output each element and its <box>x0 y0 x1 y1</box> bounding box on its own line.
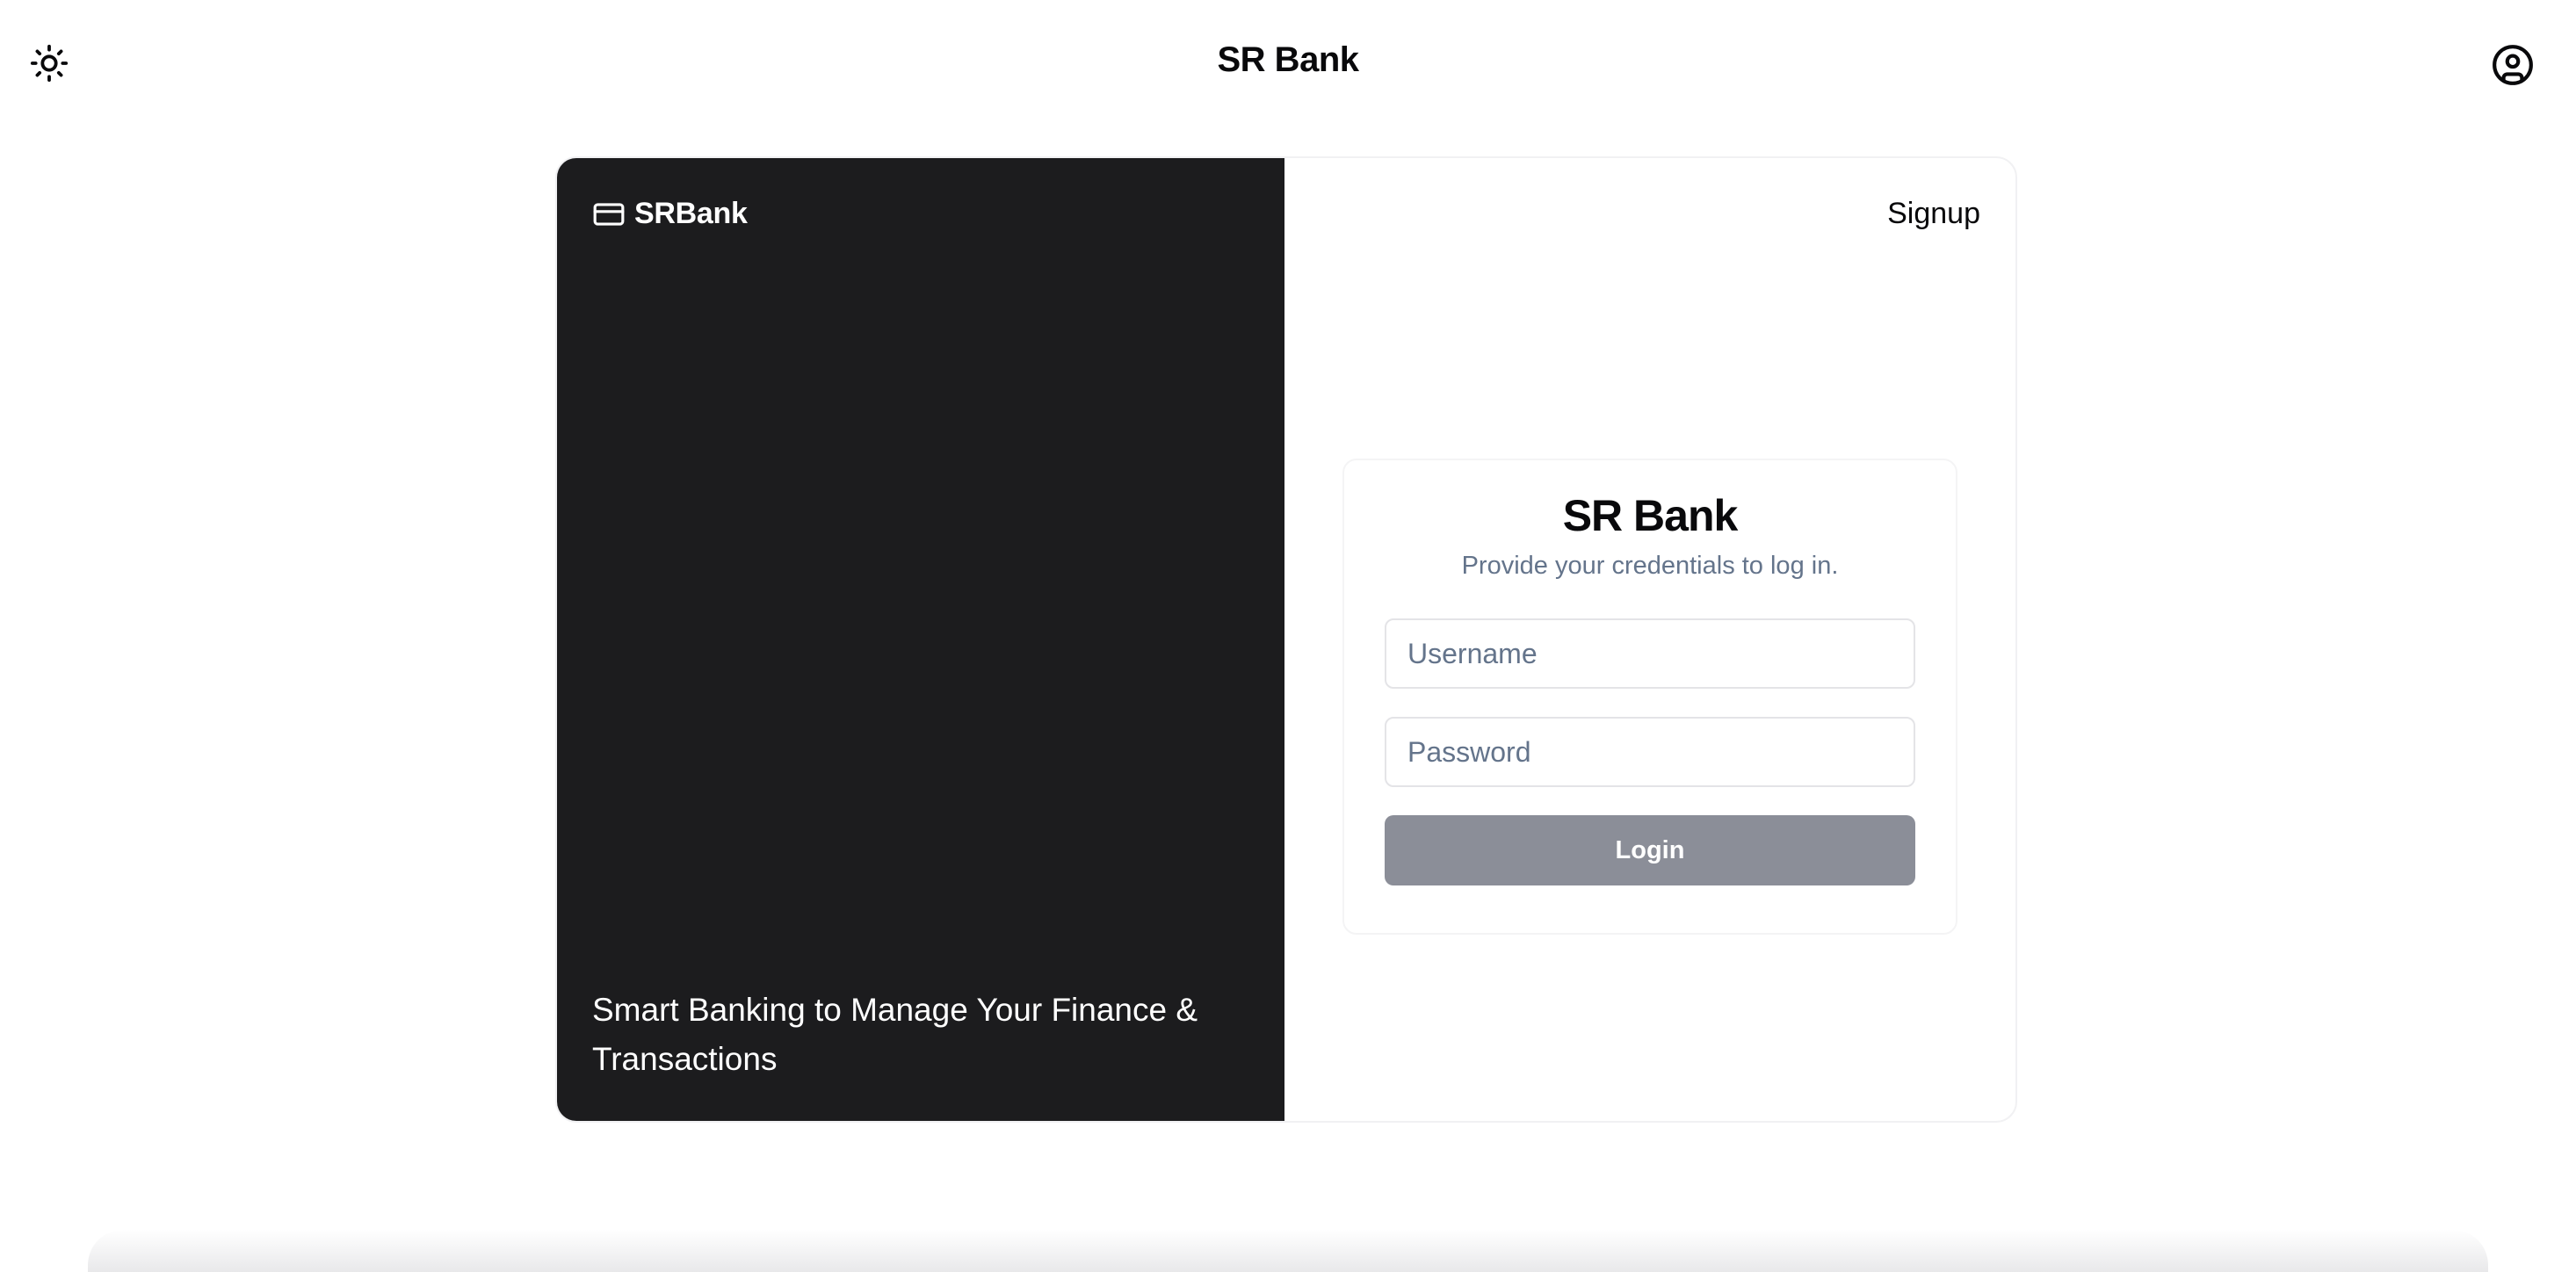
user-circle-icon <box>2493 45 2533 85</box>
auth-card: SRBank Smart Banking to Manage Your Fina… <box>555 156 2017 1123</box>
username-input[interactable] <box>1385 618 1915 689</box>
login-title: SR Bank <box>1562 491 1739 540</box>
brand-name: SRBank <box>634 197 748 230</box>
bottom-edge-shadow <box>88 1230 2488 1272</box>
password-input[interactable] <box>1385 717 1915 787</box>
top-header: SR Bank <box>0 0 2576 128</box>
login-page: SR Bank SRBank Smart Banking to Manage Y… <box>0 0 2576 1272</box>
brand: SRBank <box>592 197 748 231</box>
login-form: SR Bank Provide your credentials to log … <box>1342 459 1957 935</box>
signup-link[interactable]: Signup <box>1887 197 1980 231</box>
login-subtitle: Provide your credentials to log in. <box>1461 552 1839 580</box>
app-title: SR Bank <box>1217 40 1360 79</box>
account-button[interactable] <box>2488 40 2537 90</box>
form-panel: Signup SR Bank Provide your credentials … <box>1284 158 2015 1121</box>
login-button[interactable]: Login <box>1385 815 1915 885</box>
tagline: Smart Banking to Manage Your Finance & T… <box>592 992 1198 1077</box>
brand-panel: SRBank Smart Banking to Manage Your Fina… <box>557 158 1284 1121</box>
credit-card-icon <box>593 202 625 226</box>
